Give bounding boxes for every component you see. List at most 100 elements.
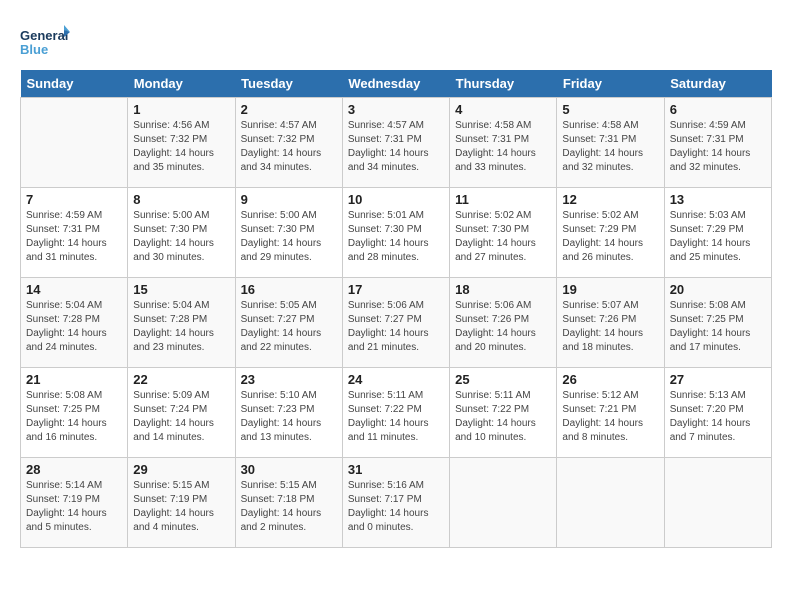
day-number: 2 (241, 102, 337, 117)
day-info: Sunrise: 5:12 AMSunset: 7:21 PMDaylight:… (562, 389, 658, 445)
day-number: 1 (133, 102, 229, 117)
day-number: 4 (455, 102, 551, 117)
day-info: Sunrise: 5:04 AMSunset: 7:28 PMDaylight:… (133, 299, 229, 355)
day-header-friday: Friday (557, 70, 664, 98)
day-cell: 11Sunrise: 5:02 AMSunset: 7:30 PMDayligh… (450, 188, 557, 278)
day-number: 29 (133, 462, 229, 477)
day-header-sunday: Sunday (21, 70, 128, 98)
day-cell: 29 Sunrise: 5:15 AMSunset: 7:19 PMDayligh… (128, 458, 235, 548)
day-cell: 31Sunrise: 5:16 AMSunset: 7:17 PMDayligh… (342, 458, 449, 548)
day-info: Sunrise: 5:03 AMSunset: 7:29 PMDaylight:… (670, 209, 766, 265)
day-number: 24 (348, 372, 444, 387)
day-cell: 26 Sunrise: 5:12 AMSunset: 7:21 PMDayligh… (557, 368, 664, 458)
day-cell: 10Sunrise: 5:01 AMSunset: 7:30 PMDayligh… (342, 188, 449, 278)
day-cell: 23Sunrise: 5:10 AMSunset: 7:23 PMDayligh… (235, 368, 342, 458)
day-number: 31 (348, 462, 444, 477)
day-cell: 7 Sunrise: 4:59 AMSunset: 7:31 PMDaylight… (21, 188, 128, 278)
day-info: Sunrise: 5:02 AMSunset: 7:29 PMDaylight:… (562, 209, 658, 265)
day-info: Sunrise: 4:59 AMSunset: 7:31 PMDaylight:… (26, 209, 122, 265)
day-number: 26 (562, 372, 658, 387)
logo-icon: General Blue (20, 20, 70, 60)
day-number: 8 (133, 192, 229, 207)
day-info: Sunrise: 5:08 AMSunset: 7:25 PMDaylight:… (670, 299, 766, 355)
day-cell: 13Sunrise: 5:03 AMSunset: 7:29 PMDayligh… (664, 188, 771, 278)
day-info: Sunrise: 5:11 AMSunset: 7:22 PMDaylight:… (455, 389, 551, 445)
day-header-saturday: Saturday (664, 70, 771, 98)
day-number: 15 (133, 282, 229, 297)
calendar-header-row: SundayMondayTuesdayWednesdayThursdayFrid… (21, 70, 772, 98)
day-info: Sunrise: 5:15 AMSunset: 7:19 PMDaylight:… (133, 479, 229, 535)
week-row-2: 14 Sunrise: 5:04 AMSunset: 7:28 PMDayligh… (21, 278, 772, 368)
day-info: Sunrise: 4:59 AMSunset: 7:31 PMDaylight:… (670, 119, 766, 175)
day-info: Sunrise: 5:01 AMSunset: 7:30 PMDaylight:… (348, 209, 444, 265)
day-number: 3 (348, 102, 444, 117)
day-info: Sunrise: 5:09 AMSunset: 7:24 PMDaylight:… (133, 389, 229, 445)
day-cell: 28 Sunrise: 5:14 AMSunset: 7:19 PMDayligh… (21, 458, 128, 548)
day-cell (664, 458, 771, 548)
page-header: General Blue (20, 20, 772, 60)
day-cell: 6 Sunrise: 4:59 AMSunset: 7:31 PMDaylight… (664, 98, 771, 188)
day-number: 5 (562, 102, 658, 117)
svg-text:Blue: Blue (20, 42, 48, 57)
day-header-wednesday: Wednesday (342, 70, 449, 98)
day-cell (557, 458, 664, 548)
week-row-1: 7 Sunrise: 4:59 AMSunset: 7:31 PMDaylight… (21, 188, 772, 278)
day-number: 12 (562, 192, 658, 207)
day-number: 25 (455, 372, 551, 387)
day-info: Sunrise: 4:57 AMSunset: 7:31 PMDaylight:… (348, 119, 444, 175)
day-cell: 14 Sunrise: 5:04 AMSunset: 7:28 PMDayligh… (21, 278, 128, 368)
week-row-4: 28 Sunrise: 5:14 AMSunset: 7:19 PMDayligh… (21, 458, 772, 548)
day-cell: 30Sunrise: 5:15 AMSunset: 7:18 PMDayligh… (235, 458, 342, 548)
day-cell: 17Sunrise: 5:06 AMSunset: 7:27 PMDayligh… (342, 278, 449, 368)
day-cell: 24 Sunrise: 5:11 AMSunset: 7:22 PMDayligh… (342, 368, 449, 458)
day-cell (450, 458, 557, 548)
day-info: Sunrise: 5:10 AMSunset: 7:23 PMDaylight:… (241, 389, 337, 445)
day-number: 11 (455, 192, 551, 207)
day-number: 27 (670, 372, 766, 387)
svg-text:General: General (20, 28, 68, 43)
day-info: Sunrise: 5:11 AMSunset: 7:22 PMDaylight:… (348, 389, 444, 445)
day-info: Sunrise: 5:04 AMSunset: 7:28 PMDaylight:… (26, 299, 122, 355)
day-cell: 9 Sunrise: 5:00 AMSunset: 7:30 PMDaylight… (235, 188, 342, 278)
day-info: Sunrise: 5:00 AMSunset: 7:30 PMDaylight:… (133, 209, 229, 265)
day-cell: 2 Sunrise: 4:57 AMSunset: 7:32 PMDaylight… (235, 98, 342, 188)
day-info: Sunrise: 5:08 AMSunset: 7:25 PMDaylight:… (26, 389, 122, 445)
day-header-thursday: Thursday (450, 70, 557, 98)
day-cell: 19 Sunrise: 5:07 AMSunset: 7:26 PMDayligh… (557, 278, 664, 368)
logo: General Blue (20, 20, 70, 60)
day-info: Sunrise: 5:05 AMSunset: 7:27 PMDaylight:… (241, 299, 337, 355)
day-number: 7 (26, 192, 122, 207)
day-cell: 25 Sunrise: 5:11 AMSunset: 7:22 PMDayligh… (450, 368, 557, 458)
calendar-table: SundayMondayTuesdayWednesdayThursdayFrid… (20, 70, 772, 548)
day-number: 6 (670, 102, 766, 117)
day-info: Sunrise: 5:13 AMSunset: 7:20 PMDaylight:… (670, 389, 766, 445)
day-info: Sunrise: 4:57 AMSunset: 7:32 PMDaylight:… (241, 119, 337, 175)
day-cell: 5 Sunrise: 4:58 AMSunset: 7:31 PMDaylight… (557, 98, 664, 188)
day-number: 28 (26, 462, 122, 477)
week-row-0: 1Sunrise: 4:56 AMSunset: 7:32 PMDaylight… (21, 98, 772, 188)
day-cell: 20 Sunrise: 5:08 AMSunset: 7:25 PMDayligh… (664, 278, 771, 368)
day-info: Sunrise: 5:07 AMSunset: 7:26 PMDaylight:… (562, 299, 658, 355)
day-number: 14 (26, 282, 122, 297)
day-cell: 1Sunrise: 4:56 AMSunset: 7:32 PMDaylight… (128, 98, 235, 188)
day-number: 22 (133, 372, 229, 387)
day-cell: 12 Sunrise: 5:02 AMSunset: 7:29 PMDayligh… (557, 188, 664, 278)
day-number: 16 (241, 282, 337, 297)
day-info: Sunrise: 5:14 AMSunset: 7:19 PMDaylight:… (26, 479, 122, 535)
day-cell: 3 Sunrise: 4:57 AMSunset: 7:31 PMDaylight… (342, 98, 449, 188)
day-cell: 22 Sunrise: 5:09 AMSunset: 7:24 PMDayligh… (128, 368, 235, 458)
day-info: Sunrise: 4:58 AMSunset: 7:31 PMDaylight:… (562, 119, 658, 175)
day-number: 19 (562, 282, 658, 297)
day-number: 17 (348, 282, 444, 297)
week-row-3: 21 Sunrise: 5:08 AMSunset: 7:25 PMDayligh… (21, 368, 772, 458)
day-number: 9 (241, 192, 337, 207)
day-info: Sunrise: 5:00 AMSunset: 7:30 PMDaylight:… (241, 209, 337, 265)
day-number: 20 (670, 282, 766, 297)
day-info: Sunrise: 5:06 AMSunset: 7:26 PMDaylight:… (455, 299, 551, 355)
day-cell: 16 Sunrise: 5:05 AMSunset: 7:27 PMDayligh… (235, 278, 342, 368)
day-header-tuesday: Tuesday (235, 70, 342, 98)
day-cell (21, 98, 128, 188)
day-cell: 4Sunrise: 4:58 AMSunset: 7:31 PMDaylight… (450, 98, 557, 188)
day-number: 30 (241, 462, 337, 477)
day-number: 21 (26, 372, 122, 387)
